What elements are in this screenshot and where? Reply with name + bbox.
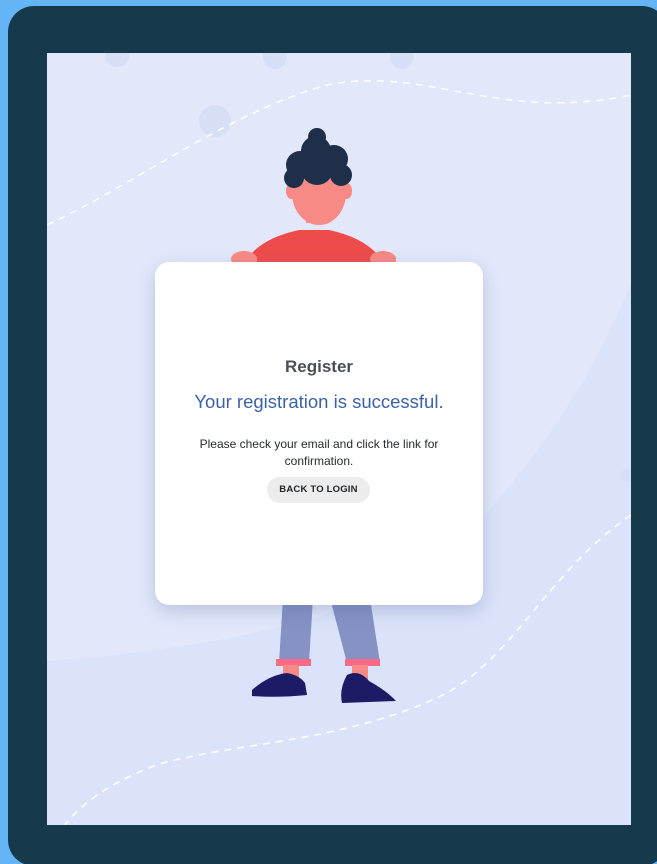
pants-left-leg [279, 598, 313, 663]
shoe [341, 673, 396, 703]
card-title: Register [284, 357, 354, 376]
back-to-login-button[interactable]: BACK TO LOGIN [267, 477, 370, 503]
app-screen: Register Your registration is successful… [47, 53, 631, 825]
hair [284, 128, 352, 188]
pants-right-leg [330, 598, 380, 663]
sock [276, 659, 311, 666]
sock [345, 659, 380, 666]
device-frame: Register Your registration is successful… [8, 6, 657, 864]
instruction-text: Please check your email and click the li… [199, 437, 439, 468]
success-message: Your registration is successful. [194, 391, 444, 412]
shirt [243, 230, 385, 265]
registration-success-card: Register Your registration is successful… [155, 262, 483, 605]
